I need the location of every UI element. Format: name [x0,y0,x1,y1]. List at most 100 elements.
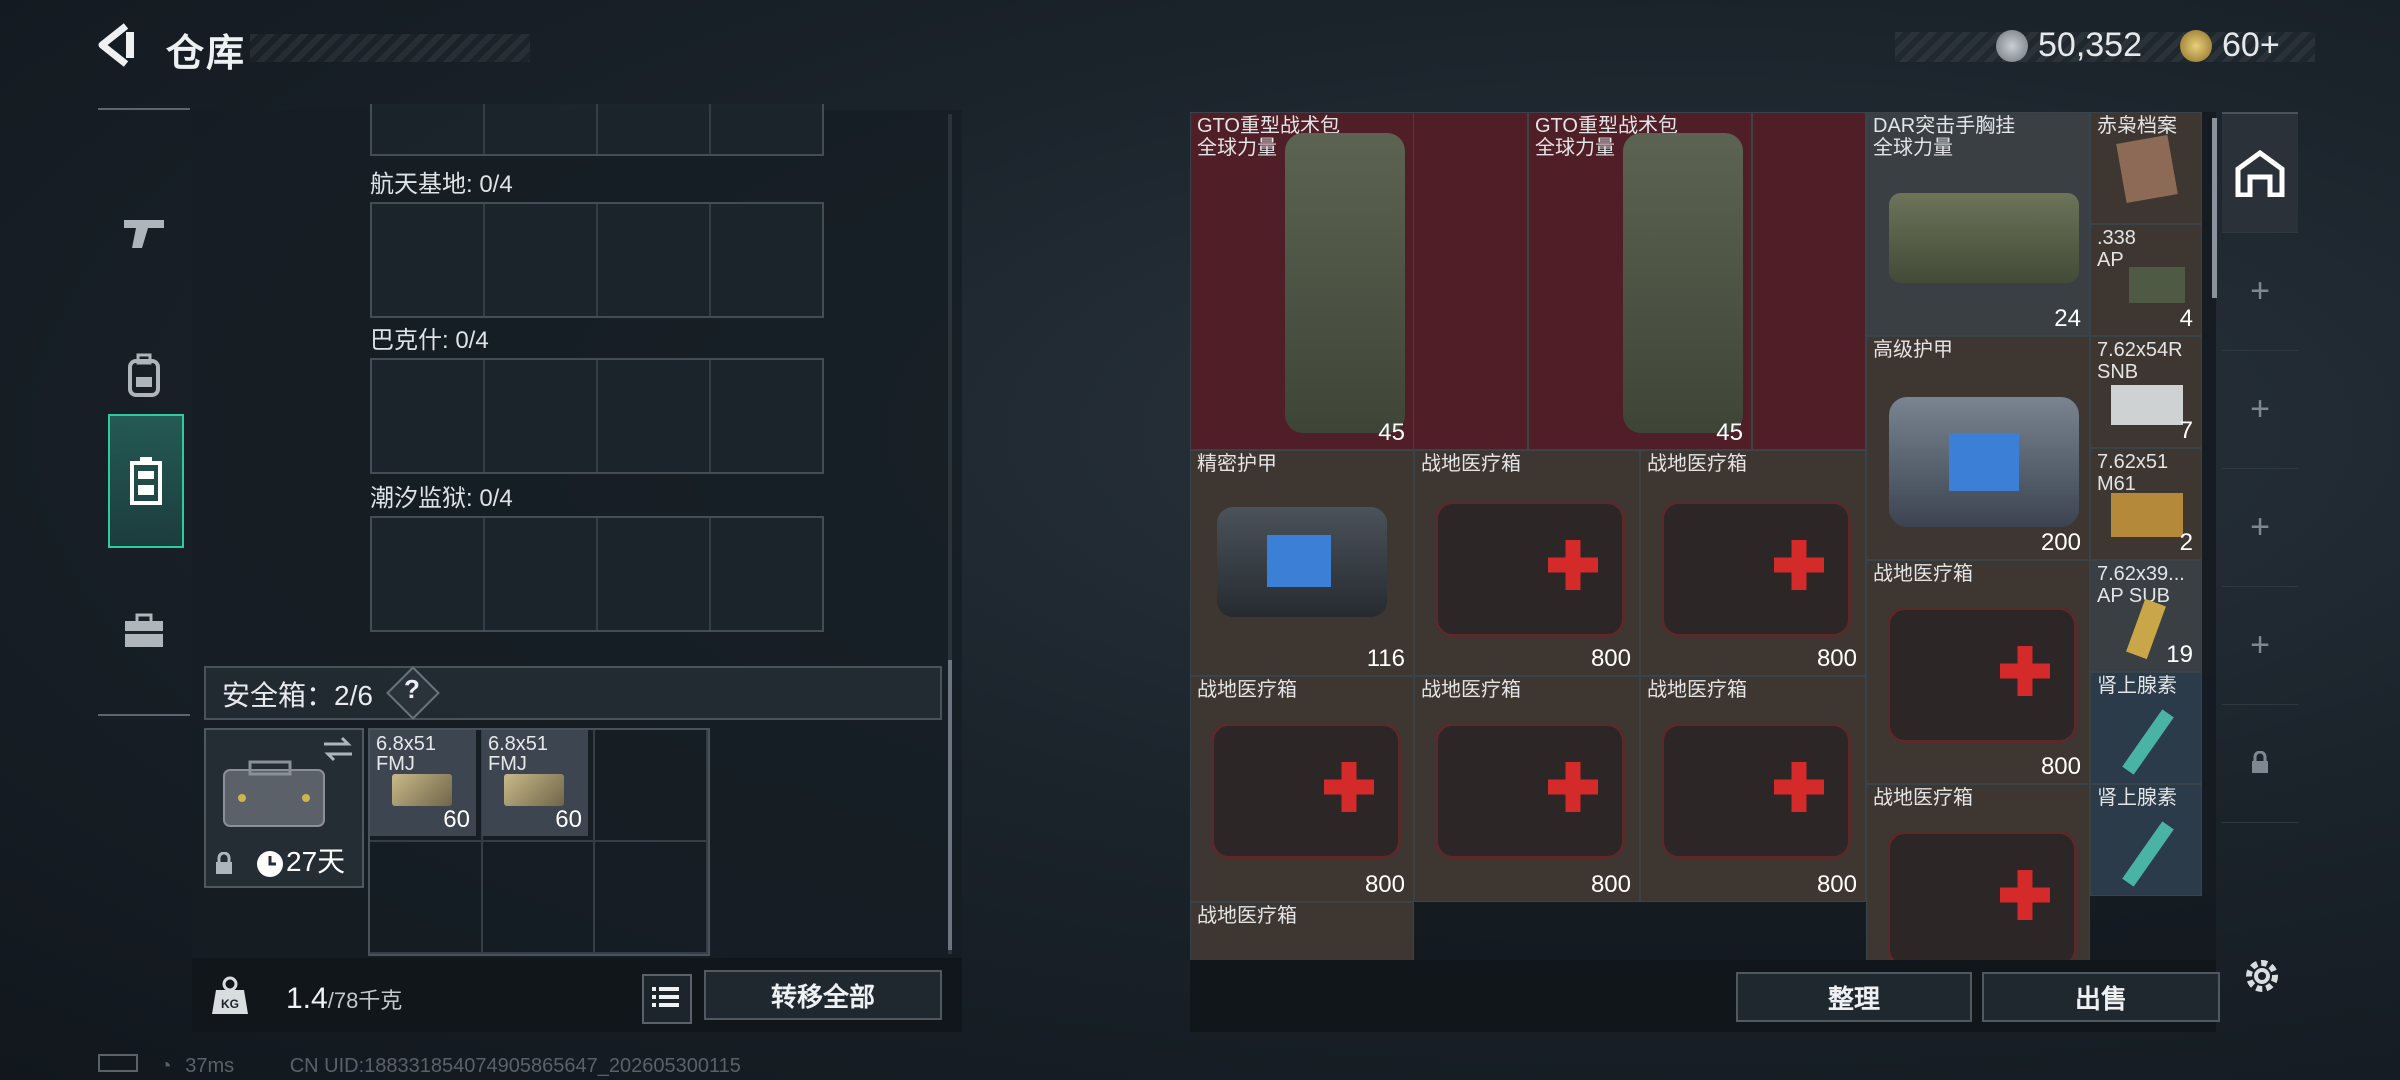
loot-item[interactable]: .338 AP 4 [2090,224,2202,336]
item-name: 6.8x51 FMJ [376,733,437,775]
loot-item[interactable]: 战地医疗箱 800 [1866,560,2090,784]
container-icon [130,457,162,505]
item-value: 800 [1816,871,1857,898]
loot-item[interactable]: 战地医疗箱 [1190,902,1414,960]
container-rail: + + + + [2222,112,2298,823]
sell-button[interactable]: 出售 [1982,972,2220,1022]
loot-bg-cell [1414,112,1528,450]
ammo-box-image [2111,385,2183,425]
item-value: 800 [2040,753,2081,780]
medkit-image [1661,723,1851,859]
item-value: 4 [2179,305,2193,332]
rail-add-slot[interactable]: + [2222,468,2298,587]
loot-item[interactable]: 战地医疗箱 800 [1414,676,1640,902]
swap-icon[interactable] [322,736,354,762]
loot-item[interactable]: GTO重型战术包 全球力量 45 [1190,112,1414,450]
loot-item[interactable]: 战地医疗箱 800 [1190,676,1414,902]
sort-button[interactable]: 整理 [1736,972,1972,1022]
loot-item[interactable]: 肾上腺素 [2090,784,2202,896]
settings-gear-icon[interactable] [2240,954,2284,998]
loot-item[interactable]: DAR突击手胸挂 全球力量 24 [1866,112,2090,336]
svg-text:KG: KG [221,997,239,1011]
item-value: 800 [1364,871,1405,898]
loot-item[interactable]: 赤枭档案 [2090,112,2202,224]
item-value: 800 [1816,645,1857,672]
safe-case-slot[interactable]: 27天 [204,728,364,888]
transfer-all-button[interactable]: 转移全部 [704,970,942,1020]
map-slot-grid[interactable] [370,358,824,474]
item-value: 200 [2040,529,2081,556]
backpack-image [1285,133,1405,433]
loot-scrollbar-thumb[interactable] [2212,118,2217,298]
briefcase-icon [125,613,163,647]
rail-add-slot[interactable]: + [2222,350,2298,469]
medkit-image [1887,607,2077,743]
item-value: 45 [1716,419,1743,446]
safe-item[interactable]: 6.8x51 FMJ 60 [482,730,588,836]
category-tabs [98,108,190,716]
loot-item[interactable]: 精密护甲 116 [1190,450,1414,676]
item-count: 60 [555,806,582,833]
backpack-icon [128,353,160,397]
item-name: .338 AP [2097,227,2136,271]
currency-a-value: 50,352 [2038,26,2142,64]
item-name: 战地医疗箱 [1647,679,1747,701]
stash-scrollbar-thumb[interactable] [948,660,952,950]
syringe-image [2122,709,2174,775]
tab-safe-box[interactable] [108,414,184,548]
item-name: 战地医疗箱 [1197,679,1297,701]
uid-text: CN UID:18833185407490586564​7_2026053001… [289,1055,741,1077]
ammo-box-image [392,774,452,806]
ping-text: 37ms [185,1055,235,1077]
plus-icon: + [2250,507,2270,546]
silver-coin-icon [1996,30,2028,62]
loot-item[interactable]: 战地医疗箱 800 [1414,450,1640,676]
help-icon[interactable]: ? [404,674,420,705]
loot-item[interactable]: 7.62x39... AP SUB 19 [2090,560,2202,672]
medkit-image [1887,831,2077,960]
section-label: 潮汐监狱: 0/4 [370,485,513,512]
item-value: 24 [2054,305,2081,332]
rail-item-stash[interactable] [2222,114,2298,233]
map-slot-grid-top[interactable] [370,104,824,156]
item-name: 7.62x51 M61 [2097,451,2169,495]
item-value: 45 [1378,419,1405,446]
loot-panel: GTO重型战术包 全球力量 45 GTO重型战术包 全球力量 45 DAR突击手… [1190,112,2216,960]
gold-coin-icon [2180,30,2212,62]
loot-item[interactable]: 战地医疗箱 800 [1640,450,1866,676]
tab-case[interactable] [108,566,180,696]
battery-icon [98,1054,138,1072]
safe-item[interactable]: 6.8x51 FMJ 60 [370,730,476,836]
map-slot-grid[interactable] [370,516,824,632]
medkit-image [1661,501,1851,637]
plus-icon: + [2250,625,2270,664]
rail-add-slot[interactable]: + [2222,232,2298,351]
item-value: 800 [1590,871,1631,898]
back-arrow-icon[interactable] [96,22,142,68]
map-slot-grid[interactable] [370,202,824,318]
backpack-image [1623,133,1743,433]
currency-b-value[interactable]: 60+ [2222,26,2280,65]
loot-item[interactable]: 高级护甲 200 [1866,336,2090,560]
item-value: 116 [1366,645,1405,672]
item-value: 19 [2166,641,2193,668]
case-timer: 27天 [286,846,346,877]
item-value: 800 [1590,645,1631,672]
item-name: 肾上腺素 [2097,787,2177,809]
rail-add-slot[interactable]: + [2222,586,2298,705]
loot-item[interactable]: 7.62x54R SNB 7 [2090,336,2202,448]
item-name: 战地医疗箱 [1197,905,1297,927]
item-name: 精密护甲 [1197,453,1277,475]
loot-item[interactable]: 战地医疗箱 [1866,784,2090,960]
loot-item[interactable]: GTO重型战术包 全球力量 45 [1528,112,1752,450]
item-count: 60 [443,806,470,833]
syringe-image [2122,821,2174,887]
loot-item[interactable]: 战地医疗箱 800 [1640,676,1866,902]
list-view-button[interactable] [642,974,692,1024]
item-name: 高级护甲 [1873,339,1953,361]
item-name: 肾上腺素 [2097,675,2177,697]
tab-weapons[interactable] [108,168,180,298]
loot-item[interactable]: 肾上腺素 [2090,672,2202,784]
section-label: 巴克什: 0/4 [370,327,489,354]
loot-item[interactable]: 7.62x51 M61 2 [2090,448,2202,560]
